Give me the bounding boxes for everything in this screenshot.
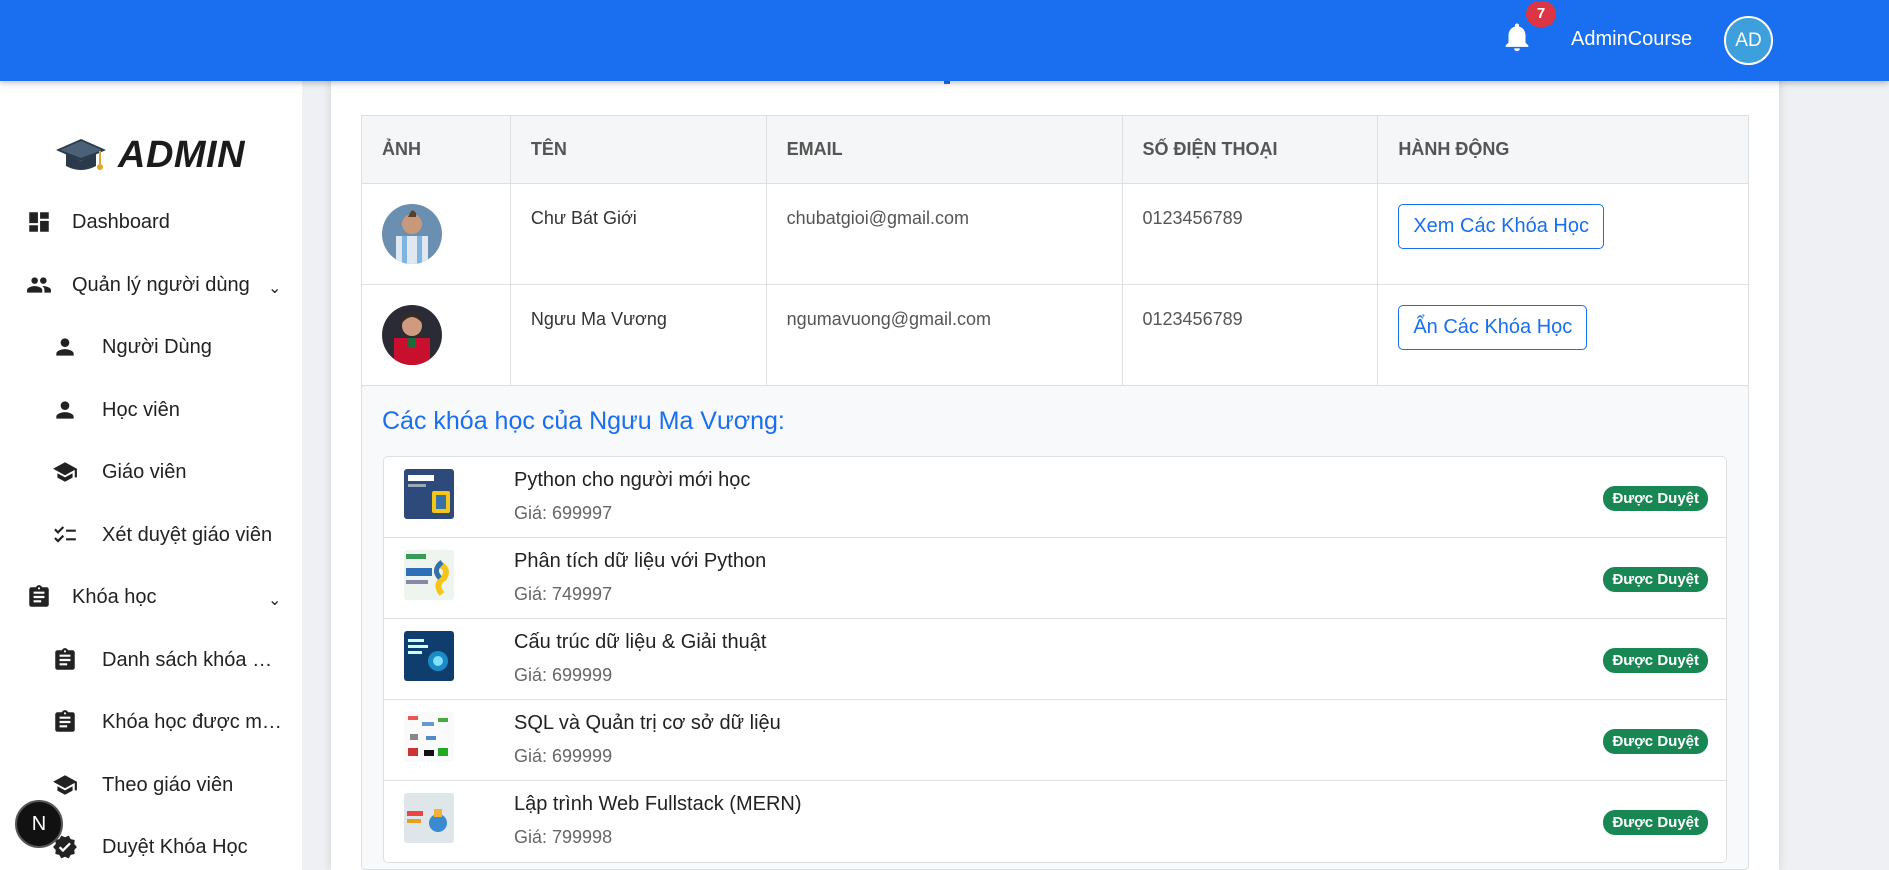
table-cell-action: Ẩn Các Khóa Học <box>1377 284 1749 386</box>
column-header-image: ẢNH <box>361 115 511 184</box>
sidebar-item-students[interactable]: Học viên <box>51 396 180 424</box>
table-cell-action: Xem Các Khóa Học <box>1377 183 1749 285</box>
sidebar-item-label: Quản lý người dùng <box>72 273 250 296</box>
course-thumbnail <box>404 712 454 762</box>
sidebar-item-users[interactable]: Người Dùng <box>51 333 212 361</box>
admin-username[interactable]: AdminCourse <box>1571 28 1692 51</box>
school-icon <box>51 458 79 486</box>
table-row: Ngưu Ma Vương ngumavuong@gmail.com 01234… <box>361 284 1749 386</box>
school-icon <box>51 771 79 799</box>
sidebar-item-label: Xét duyệt giáo viên <box>102 523 273 546</box>
view-courses-button[interactable]: Xem Các Khóa Học <box>1398 204 1604 249</box>
table-cell-image <box>361 183 511 285</box>
sidebar-item-label: Dashboard <box>72 210 170 233</box>
table-cell-image <box>361 284 511 386</box>
sidebar-item-course-approval[interactable]: Duyệt Khóa Học <box>51 833 248 861</box>
sidebar-item-teacher-approval[interactable]: Xét duyệt giáo viên <box>51 521 272 549</box>
logo-text: ADMIN <box>118 134 246 176</box>
list-item[interactable]: Python cho người mới học Giá: 699997 Đượ… <box>384 457 1726 538</box>
status-badge: Được Duyệt <box>1603 567 1708 592</box>
sidebar-item-teachers[interactable]: Giáo viên <box>51 458 187 486</box>
courses-panel-title: Các khóa học của Ngưu Ma Vương: <box>382 407 785 435</box>
sidebar-item-course-list[interactable]: Danh sách khóa … <box>51 646 272 674</box>
user-avatar <box>382 305 442 365</box>
sidebar-item-label: Học viên <box>102 398 180 421</box>
table-cell-phone: 0123456789 <box>1121 183 1379 285</box>
graduation-cap-icon <box>56 138 106 170</box>
table-cell-name: Ngưu Ma Vương <box>509 284 767 386</box>
sidebar-item-dashboard[interactable]: Dashboard <box>25 208 170 236</box>
floating-n-button[interactable]: N <box>15 800 63 848</box>
list-item[interactable]: SQL và Quản trị cơ sở dữ liệu Giá: 69999… <box>384 700 1726 781</box>
sidebar-item-purchased-courses[interactable]: Khóa học được m… <box>51 708 282 736</box>
course-name: Python cho người mới học <box>514 469 751 491</box>
sidebar-item-label: Khóa học <box>72 585 157 608</box>
column-header-phone: SỐ ĐIỆN THOẠI <box>1121 115 1379 184</box>
course-thumbnail <box>404 631 454 681</box>
sidebar-item-label: Danh sách khóa … <box>102 648 273 671</box>
admin-logo[interactable]: ADMIN <box>54 134 245 177</box>
list-item[interactable]: Phân tích dữ liệu với Python Giá: 749997… <box>384 538 1726 619</box>
course-name: Cấu trúc dữ liệu & Giải thuật <box>514 631 767 653</box>
course-thumbnail <box>404 793 454 843</box>
status-badge: Được Duyệt <box>1603 486 1708 511</box>
course-price: Giá: 699997 <box>514 503 613 523</box>
course-name: SQL và Quản trị cơ sở dữ liệu <box>514 712 781 734</box>
notification-badge: 7 <box>1526 1 1556 27</box>
course-price: Giá: 799998 <box>514 827 613 847</box>
course-thumbnail <box>404 469 454 519</box>
sidebar-item-label: Theo giáo viên <box>102 773 234 796</box>
chevron-down-icon[interactable]: ⌄ <box>268 278 281 298</box>
top-navbar: 7 AdminCourse AD <box>0 0 1889 81</box>
course-price: Giá: 749997 <box>514 584 613 604</box>
avatar[interactable]: AD <box>1724 16 1773 65</box>
table-cell-name: Chư Bát Giới <box>509 183 767 285</box>
person-icon <box>51 333 79 361</box>
clipboard-icon <box>51 646 79 674</box>
checklist-icon <box>51 521 79 549</box>
person-icon <box>51 396 79 424</box>
course-name: Lập trình Web Fullstack (MERN) <box>514 793 802 815</box>
table-cell-email: chubatgioi@gmail.com <box>765 183 1123 285</box>
column-header-name: TÊN <box>509 115 767 184</box>
course-thumbnail <box>404 550 454 600</box>
sidebar-item-label: Khóa học được m… <box>102 710 282 733</box>
sidebar-item-label: Giáo viên <box>102 460 187 483</box>
column-header-email: EMAIL <box>765 115 1123 184</box>
dashboard-icon <box>25 208 53 236</box>
clipboard-icon <box>51 708 79 736</box>
sidebar: ADMIN Dashboard Quản lý người dùng ⌄ Ngư… <box>0 81 302 870</box>
status-badge: Được Duyệt <box>1603 810 1708 835</box>
course-list: Python cho người mới học Giá: 699997 Đượ… <box>383 456 1727 863</box>
sidebar-item-label: Duyệt Khóa Học <box>102 835 248 858</box>
table-cell-phone: 0123456789 <box>1121 284 1379 386</box>
chevron-down-icon[interactable]: ⌄ <box>268 590 281 610</box>
sidebar-item-user-management[interactable]: Quản lý người dùng <box>25 271 250 299</box>
status-badge: Được Duyệt <box>1603 648 1708 673</box>
sidebar-item-by-teacher[interactable]: Theo giáo viên <box>51 771 233 799</box>
list-item[interactable]: Lập trình Web Fullstack (MERN) Giá: 7999… <box>384 781 1726 862</box>
list-item[interactable]: Cấu trúc dữ liệu & Giải thuật Giá: 69999… <box>384 619 1726 700</box>
clipboard-icon <box>25 583 53 611</box>
sidebar-item-courses[interactable]: Khóa học <box>25 583 157 611</box>
course-price: Giá: 699999 <box>514 665 613 685</box>
status-badge: Được Duyệt <box>1603 729 1708 754</box>
course-price: Giá: 699999 <box>514 746 613 766</box>
sidebar-item-label: Người Dùng <box>102 335 212 358</box>
table-row: Chư Bát Giới chubatgioi@gmail.com 012345… <box>361 183 1749 285</box>
people-icon <box>25 271 53 299</box>
users-table: ẢNH TÊN EMAIL SỐ ĐIỆN THOẠI HÀNH ĐỘNG Ch… <box>361 115 1749 386</box>
table-header-row: ẢNH TÊN EMAIL SỐ ĐIỆN THOẠI HÀNH ĐỘNG <box>361 115 1749 184</box>
hide-courses-button[interactable]: Ẩn Các Khóa Học <box>1398 305 1588 350</box>
column-header-action: HÀNH ĐỘNG <box>1377 115 1749 184</box>
user-avatar <box>382 204 442 264</box>
course-name: Phân tích dữ liệu với Python <box>514 550 767 572</box>
table-cell-email: ngumavuong@gmail.com <box>765 284 1123 386</box>
